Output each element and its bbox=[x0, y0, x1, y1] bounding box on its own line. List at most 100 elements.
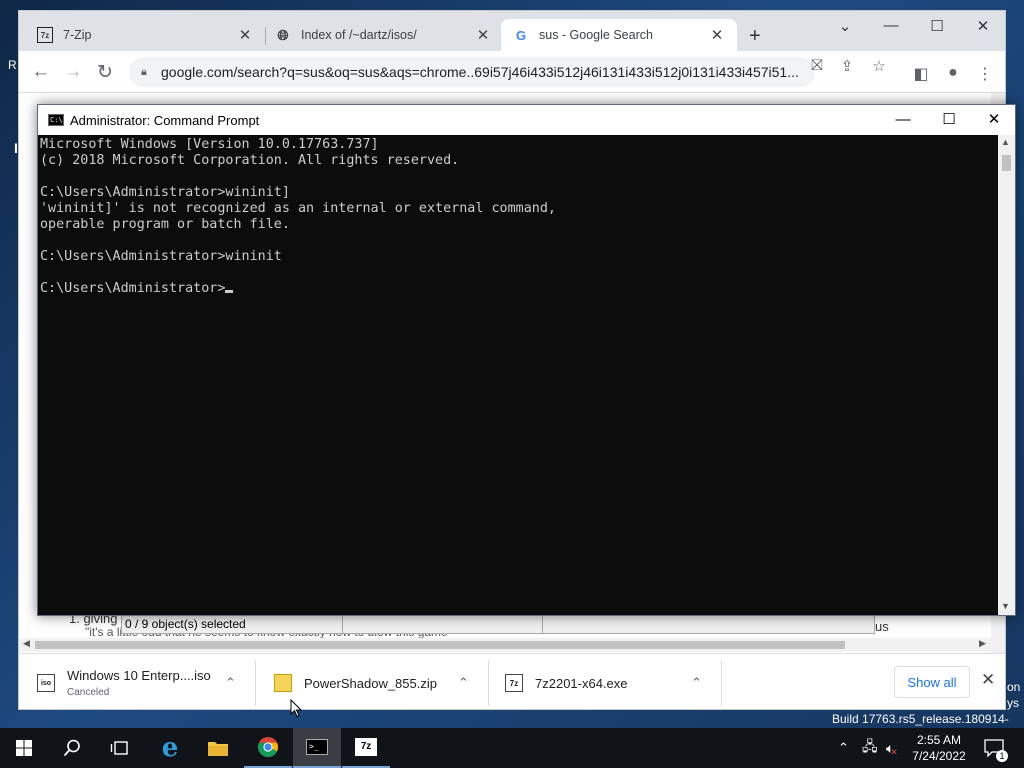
clock-date: 7/24/2022 bbox=[912, 749, 966, 763]
divider bbox=[255, 660, 256, 706]
chevron-up-icon[interactable]: ⌃ bbox=[458, 675, 469, 691]
tab-search-icon[interactable]: ⌄ bbox=[825, 17, 865, 35]
address-bar[interactable]: 🔒︎ google.com/search?q=sus&oq=sus&aqs=ch… bbox=[129, 57, 815, 87]
tab-7zip[interactable]: 7z 7-Zip ✕ bbox=[25, 19, 265, 51]
download-filename: Windows 10 Enterp....iso bbox=[67, 668, 211, 683]
close-tab-icon[interactable]: ✕ bbox=[475, 26, 491, 44]
7zip-selection-status: 0 / 9 object(s) selected bbox=[125, 617, 246, 631]
download-item-7zip-installer[interactable]: 7z 7z2201-x64.exe ⌃ bbox=[505, 654, 720, 709]
task-view-button[interactable] bbox=[96, 728, 144, 768]
clock-time: 2:55 AM bbox=[916, 733, 962, 747]
bookmark-star-icon[interactable]: ☆ bbox=[867, 57, 891, 75]
tab-label: sus - Google Search bbox=[539, 28, 653, 42]
console-line: Microsoft Windows [Version 10.0.17763.73… bbox=[40, 137, 379, 152]
chrome-menu-icon[interactable]: ⋮ bbox=[973, 64, 997, 84]
share-icon[interactable]: ⇪ bbox=[835, 57, 859, 75]
search-button[interactable] bbox=[48, 728, 96, 768]
url-text[interactable]: google.com/search?q=sus&oq=sus&aqs=chrom… bbox=[161, 64, 815, 80]
chrome-icon bbox=[257, 737, 278, 758]
reload-icon[interactable]: ↻ bbox=[93, 61, 117, 84]
system-clock[interactable]: 2:55 AM 7/24/2022 bbox=[906, 732, 972, 764]
profile-icon[interactable]: ● bbox=[941, 64, 965, 82]
forward-icon[interactable]: → bbox=[61, 61, 85, 83]
volume-muted-icon[interactable]: 🔈︎ ✕ bbox=[886, 728, 898, 768]
back-icon[interactable]: ← bbox=[29, 61, 53, 83]
scrollbar-thumb[interactable] bbox=[35, 641, 845, 649]
tab-strip: 7z 7-Zip ✕ 🌐︎ Index of /~dartz/isos/ ✕ G… bbox=[19, 11, 1005, 51]
scroll-down-icon[interactable]: ▼ bbox=[1001, 601, 1010, 611]
folder-icon bbox=[208, 742, 228, 756]
scrollbar-thumb[interactable] bbox=[1002, 155, 1011, 171]
close-tab-icon[interactable]: ✕ bbox=[709, 26, 725, 44]
browser-toolbar: ← → ↻ 🔒︎ google.com/search?q=sus&oq=sus&… bbox=[19, 51, 1005, 93]
divider bbox=[542, 615, 543, 633]
7z-icon: 7z bbox=[37, 27, 53, 43]
cmd-title-bar[interactable]: C:\ Administrator: Command Prompt — ☐ ✕ bbox=[38, 105, 1015, 135]
close-window-icon[interactable]: ✕ bbox=[963, 17, 1003, 35]
maximize-icon[interactable]: ☐ bbox=[926, 105, 972, 135]
console-prompt-line[interactable]: C:\Users\Administrator> bbox=[40, 281, 998, 297]
downloads-bar: iso Windows 10 Enterp....iso Canceled ⌃ … bbox=[19, 653, 1005, 709]
iso-file-icon: iso bbox=[37, 674, 55, 692]
7zip-taskbar-button[interactable]: 7z bbox=[342, 728, 390, 768]
file-explorer-button[interactable] bbox=[194, 728, 242, 768]
task-view-icon bbox=[110, 741, 128, 755]
new-tab-button[interactable]: + bbox=[749, 25, 761, 48]
show-all-downloads-button[interactable]: Show all bbox=[894, 666, 970, 698]
notification-center-button[interactable]: 1 bbox=[984, 728, 1008, 768]
text-cursor bbox=[225, 290, 234, 293]
7zip-status-bar: 0 / 9 object(s) selected bbox=[121, 614, 875, 634]
desktop-fragment: on bbox=[1007, 680, 1021, 694]
minimize-icon[interactable]: — bbox=[871, 17, 911, 34]
tab-label: 7-Zip bbox=[63, 28, 92, 42]
side-panel-icon[interactable]: ◧ bbox=[909, 64, 933, 84]
search-icon bbox=[63, 739, 80, 757]
search-result-fragment: us bbox=[875, 619, 889, 634]
internet-explorer-icon[interactable]: e bbox=[146, 728, 194, 768]
google-icon: G bbox=[515, 27, 527, 43]
close-tab-icon[interactable]: ✕ bbox=[237, 26, 253, 44]
console-line: operable program or batch file. bbox=[40, 217, 290, 232]
close-window-icon[interactable]: ✕ bbox=[971, 105, 1017, 135]
download-status: Canceled bbox=[67, 687, 110, 698]
scroll-left-icon[interactable]: ◀ bbox=[23, 638, 30, 649]
7z-icon: 7z bbox=[355, 738, 377, 756]
download-filename: PowerShadow_855.zip bbox=[304, 675, 437, 691]
network-icon[interactable]: 🖧︎ bbox=[862, 728, 878, 768]
scroll-up-icon[interactable]: ▲ bbox=[1001, 137, 1010, 147]
console-line: C:\Users\Administrator>wininit] bbox=[40, 185, 290, 200]
download-item-powershadow[interactable]: PowerShadow_855.zip ⌃ bbox=[274, 654, 489, 709]
chrome-taskbar-button[interactable] bbox=[244, 728, 292, 768]
show-hidden-icons-chevron-icon[interactable]: ⌃ bbox=[838, 728, 849, 768]
command-prompt-taskbar-button[interactable]: >_ bbox=[293, 728, 341, 768]
console-prompt: C:\Users\Administrator> bbox=[40, 281, 226, 296]
console-output[interactable]: Microsoft Windows [Version 10.0.17763.73… bbox=[40, 137, 998, 613]
blocked-popup-icon[interactable]: ⛝ bbox=[805, 57, 829, 74]
cmd-icon: >_ bbox=[306, 739, 328, 755]
scroll-right-icon[interactable]: ▶ bbox=[979, 638, 986, 649]
lock-icon: 🔒︎ bbox=[141, 65, 147, 78]
cmd-vertical-scrollbar[interactable]: ▲ ▼ bbox=[998, 135, 1015, 615]
console-line: 'wininit]' is not recognized as an inter… bbox=[40, 201, 556, 216]
tab-isos-index[interactable]: 🌐︎ Index of /~dartz/isos/ ✕ bbox=[263, 19, 503, 51]
maximize-icon[interactable]: ☐ bbox=[917, 17, 957, 35]
page-horizontal-scrollbar[interactable]: ◀ ▶ bbox=[19, 638, 1005, 652]
mouse-pointer-icon bbox=[290, 699, 302, 718]
chevron-up-icon[interactable]: ⌃ bbox=[691, 675, 702, 691]
chevron-up-icon[interactable]: ⌃ bbox=[225, 675, 236, 691]
taskbar: e >_ 7z ⌃ 🖧︎ 🔈︎ ✕ 2:55 AM 7/24/2022 1 bbox=[0, 728, 1024, 768]
command-prompt-window[interactable]: C:\ Administrator: Command Prompt — ☐ ✕ … bbox=[37, 104, 1016, 616]
start-button[interactable] bbox=[0, 728, 48, 768]
minimize-icon[interactable]: — bbox=[880, 105, 926, 135]
globe-icon: 🌐︎ bbox=[277, 26, 289, 43]
divider bbox=[342, 615, 343, 633]
divider bbox=[488, 660, 489, 706]
console-line: C:\Users\Administrator>wininit bbox=[40, 249, 282, 264]
download-item-windows-iso[interactable]: iso Windows 10 Enterp....iso Canceled ⌃ bbox=[37, 654, 255, 709]
cmd-icon: C:\ bbox=[48, 114, 64, 126]
close-downloads-bar-icon[interactable]: ✕ bbox=[981, 670, 995, 690]
tab-google-search[interactable]: G sus - Google Search ✕ bbox=[501, 19, 737, 51]
